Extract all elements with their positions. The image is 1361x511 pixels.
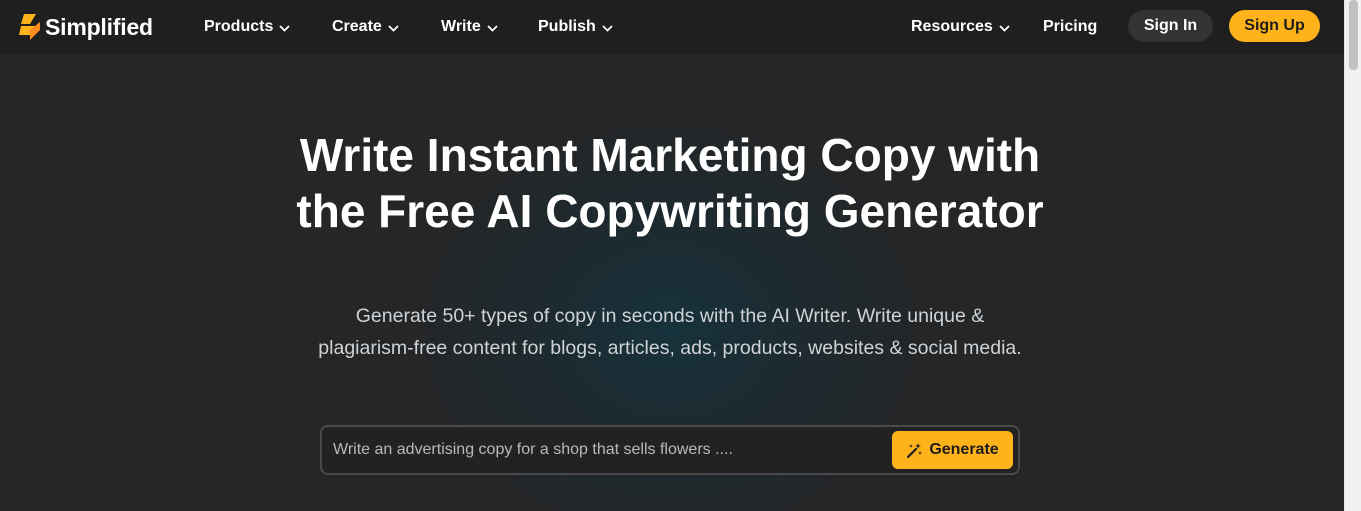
nav-write-label: Write	[441, 18, 481, 35]
nav-resources-label: Resources	[911, 18, 993, 35]
page: Simplified Products Create Write Publish…	[0, 0, 1344, 511]
sign-up-button[interactable]: Sign Up	[1229, 10, 1320, 42]
nav-publish-label: Publish	[538, 18, 596, 35]
nav-products-label: Products	[204, 18, 274, 35]
nav-products[interactable]: Products	[204, 0, 290, 54]
chevron-down-icon	[487, 24, 498, 32]
generate-label: Generate	[929, 441, 999, 458]
nav-publish[interactable]: Publish	[538, 0, 613, 54]
chevron-down-icon	[999, 24, 1010, 32]
nav-write[interactable]: Write	[441, 0, 498, 54]
top-navbar: Simplified Products Create Write Publish…	[0, 0, 1344, 54]
brand-name: Simplified	[45, 13, 153, 40]
brand-logo[interactable]: Simplified	[18, 11, 153, 43]
nav-resources[interactable]: Resources	[911, 0, 1010, 54]
nav-create-label: Create	[332, 18, 382, 35]
nav-create[interactable]: Create	[332, 0, 399, 54]
nav-pricing-label: Pricing	[1043, 18, 1098, 35]
sign-in-button[interactable]: Sign In	[1128, 10, 1213, 42]
prompt-input[interactable]	[333, 435, 873, 465]
nav-pricing[interactable]: Pricing	[1043, 0, 1097, 54]
hero-title: Write Instant Marketing Copy with the Fr…	[296, 129, 1044, 237]
chevron-down-icon	[279, 24, 290, 32]
generate-button[interactable]: Generate	[892, 431, 1013, 469]
chevron-down-icon	[388, 24, 399, 32]
simplified-logo-icon	[19, 14, 40, 40]
prompt-bar: Generate	[320, 425, 1020, 475]
vertical-scrollbar[interactable]	[1344, 0, 1361, 511]
magic-wand-icon	[907, 442, 923, 458]
hero-subtitle: Generate 50+ types of copy in seconds wi…	[318, 305, 1022, 359]
scrollbar-thumb[interactable]	[1349, 0, 1358, 70]
chevron-down-icon	[602, 24, 613, 32]
